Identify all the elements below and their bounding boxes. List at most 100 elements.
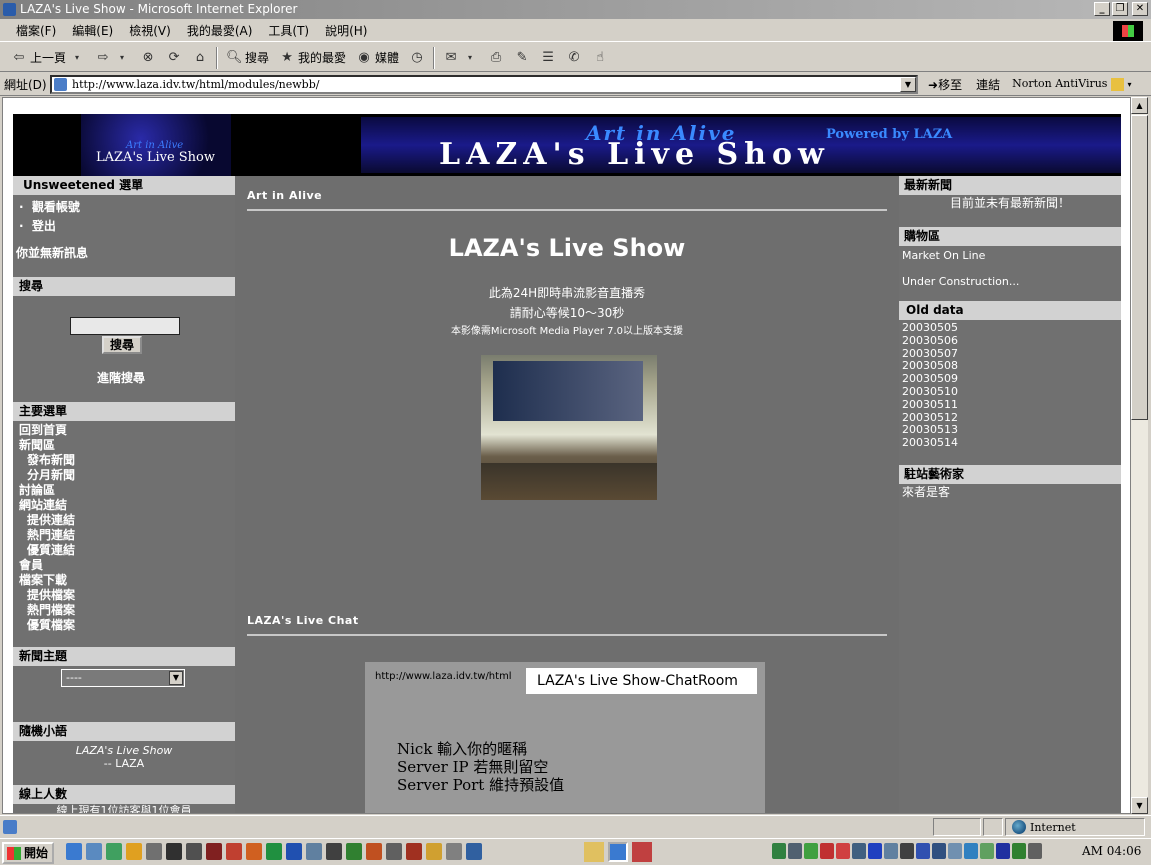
- main-menu-item[interactable]: 新聞區: [19, 438, 75, 453]
- tray-icon[interactable]: [916, 843, 930, 859]
- main-menu-item[interactable]: 優質連結: [19, 543, 75, 558]
- address-dropdown-button[interactable]: ▼: [900, 76, 916, 92]
- main-menu-item[interactable]: 熱門檔案: [19, 603, 75, 618]
- app-icon[interactable]: [206, 843, 222, 860]
- links-button[interactable]: 連結: [976, 76, 1000, 93]
- tray-icon[interactable]: [932, 843, 946, 859]
- word-icon[interactable]: [286, 843, 302, 860]
- tray-icon[interactable]: [980, 843, 994, 859]
- print-button[interactable]: ⎙: [483, 46, 509, 70]
- search-button[interactable]: 🔍︎ 搜尋: [221, 46, 274, 70]
- app-icon[interactable]: [106, 843, 122, 860]
- app-icon[interactable]: [446, 843, 462, 860]
- no-new-messages[interactable]: 你並無新訊息: [16, 246, 88, 261]
- main-menu-item[interactable]: 會員: [19, 558, 75, 573]
- discuss-button[interactable]: ☰: [535, 46, 561, 70]
- user-link-logout[interactable]: · 登出: [19, 217, 235, 236]
- advanced-search-link[interactable]: 進階搜尋: [97, 371, 145, 386]
- app-icon[interactable]: [386, 843, 402, 860]
- tray-icon[interactable]: [788, 843, 802, 859]
- ie-window-button[interactable]: [608, 842, 628, 862]
- old-data-link[interactable]: 20030505: [902, 321, 958, 335]
- app-icon[interactable]: [326, 843, 342, 860]
- tray-icon[interactable]: [868, 843, 882, 859]
- search-submit-button[interactable]: 搜尋: [102, 336, 143, 354]
- menu-file[interactable]: 檔案(F): [8, 22, 64, 39]
- scroll-thumb[interactable]: [1131, 115, 1148, 420]
- scroll-up-button[interactable]: ▲: [1131, 97, 1148, 114]
- main-menu-item[interactable]: 檔案下載: [19, 573, 75, 588]
- app-icon[interactable]: [166, 843, 182, 860]
- ie-launch-icon[interactable]: [66, 843, 82, 860]
- tray-icon[interactable]: [900, 843, 914, 859]
- tray-icon[interactable]: [836, 843, 850, 859]
- app-icon[interactable]: [246, 843, 262, 860]
- favorites-button[interactable]: ★ 我的最愛: [274, 46, 351, 70]
- old-data-link[interactable]: 20030514: [902, 436, 958, 450]
- app-icon[interactable]: [146, 843, 162, 860]
- folder-icon[interactable]: [584, 842, 604, 862]
- address-input[interactable]: http://www.laza.idv.tw/html/modules/newb…: [50, 74, 918, 94]
- tray-icon[interactable]: [1028, 843, 1042, 859]
- back-button[interactable]: ⇦ 上一頁 ▾: [6, 46, 90, 70]
- messenger-button[interactable]: ✆: [561, 46, 587, 70]
- scroll-down-button[interactable]: ▼: [1131, 797, 1148, 814]
- main-menu-item[interactable]: 分月新聞: [19, 468, 75, 483]
- start-button[interactable]: 開始: [2, 842, 54, 864]
- tray-icon[interactable]: [964, 843, 978, 859]
- stop-button[interactable]: ⊗: [135, 46, 161, 70]
- home-button[interactable]: ⌂: [187, 46, 213, 70]
- app-icon[interactable]: [266, 843, 282, 860]
- close-button[interactable]: ✕: [1132, 2, 1148, 16]
- language-icon[interactable]: [996, 843, 1010, 859]
- media-player-icon[interactable]: [126, 843, 142, 860]
- forward-button[interactable]: ⇨ ▾: [90, 46, 135, 70]
- app-icon[interactable]: [632, 842, 652, 862]
- menu-help[interactable]: 說明(H): [317, 22, 375, 39]
- edit-button[interactable]: ✎: [509, 46, 535, 70]
- main-menu-item[interactable]: 提供檔案: [19, 588, 75, 603]
- vertical-scrollbar[interactable]: ▲ ▼: [1131, 97, 1148, 814]
- history-button[interactable]: ◷: [404, 46, 430, 70]
- old-data-link[interactable]: 20030511: [902, 398, 958, 412]
- media-button[interactable]: ◉ 媒體: [351, 46, 404, 70]
- news-topics-select[interactable]: ---- ▼: [61, 669, 185, 687]
- app-icon[interactable]: [226, 843, 242, 860]
- menu-tools[interactable]: 工具(T): [260, 22, 317, 39]
- tray-icon[interactable]: [948, 843, 962, 859]
- norton-antivirus-button[interactable]: Norton AntiVirus ▾: [1012, 77, 1131, 91]
- main-menu-item[interactable]: 優質檔案: [19, 618, 75, 633]
- tray-icon[interactable]: [1012, 843, 1026, 859]
- menu-edit[interactable]: 編輯(E): [64, 22, 121, 39]
- restore-button[interactable]: ❐: [1112, 2, 1128, 16]
- minimize-button[interactable]: _: [1094, 2, 1110, 16]
- app-icon[interactable]: [466, 843, 482, 860]
- tray-icon[interactable]: [772, 843, 786, 859]
- mail-button[interactable]: ✉ ▾: [438, 46, 483, 70]
- tray-icon[interactable]: [852, 843, 866, 859]
- app-icon[interactable]: [426, 843, 442, 860]
- main-menu-item[interactable]: 熱門連結: [19, 528, 75, 543]
- app-icon[interactable]: [346, 843, 362, 860]
- live-video-player[interactable]: [481, 355, 657, 500]
- old-data-link[interactable]: 20030510: [902, 385, 958, 399]
- refresh-button[interactable]: ⟳: [161, 46, 187, 70]
- app-icon[interactable]: [186, 843, 202, 860]
- desktop-icon[interactable]: [86, 843, 102, 860]
- go-button[interactable]: ➜移至: [928, 76, 962, 93]
- tray-icon[interactable]: [804, 843, 818, 859]
- app-icon[interactable]: [366, 843, 382, 860]
- main-menu-item[interactable]: 網站連結: [19, 498, 75, 513]
- tray-icon[interactable]: [820, 843, 834, 859]
- main-menu-item[interactable]: 發布新聞: [19, 453, 75, 468]
- search-input[interactable]: [70, 317, 180, 335]
- old-data-link[interactable]: 20030506: [902, 334, 958, 348]
- main-menu-item[interactable]: 回到首頁: [19, 423, 75, 438]
- tray-icon[interactable]: [884, 843, 898, 859]
- menu-favorites[interactable]: 我的最愛(A): [179, 22, 261, 39]
- shop-line1[interactable]: Market On Line: [902, 249, 985, 262]
- app-icon[interactable]: [406, 843, 422, 860]
- chat-applet[interactable]: http://www.laza.idv.tw/html LAZA's Live …: [365, 662, 765, 813]
- user-link-account[interactable]: · 觀看帳號: [19, 198, 235, 217]
- research-button[interactable]: ☝: [587, 46, 613, 70]
